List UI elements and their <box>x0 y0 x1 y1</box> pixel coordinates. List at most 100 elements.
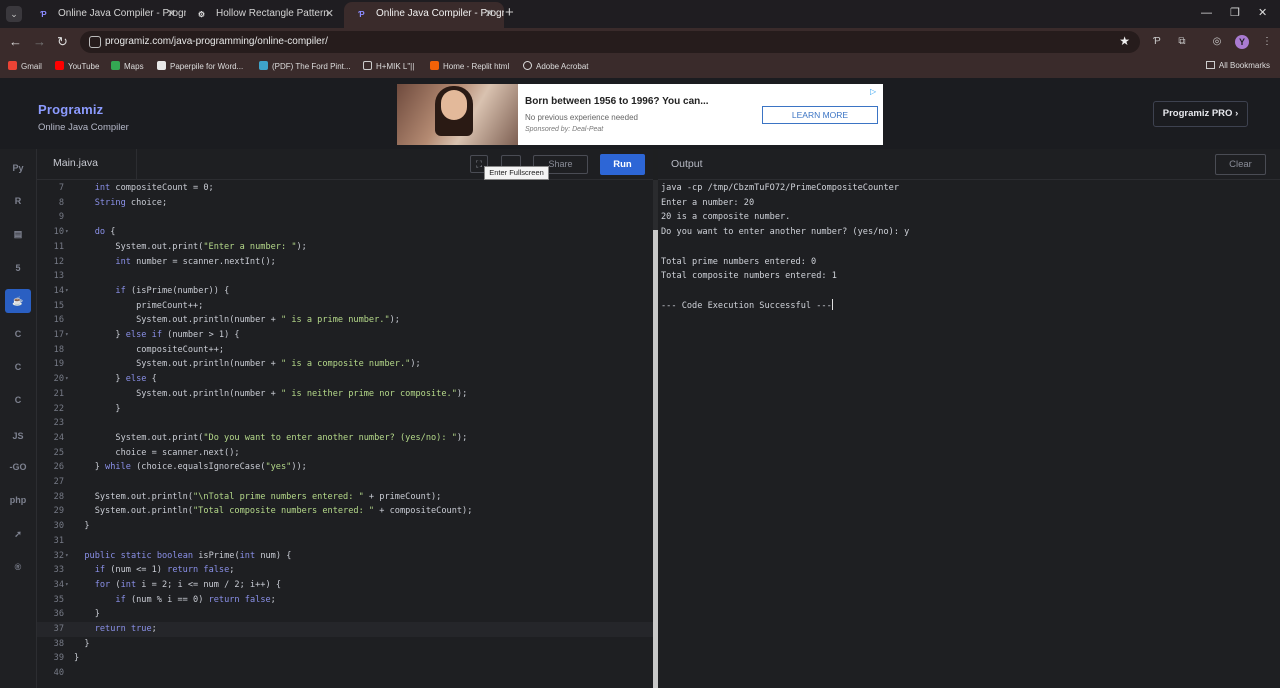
ad-learn-more-button[interactable]: LEARN MORE <box>762 106 878 124</box>
code-line[interactable]: 32 ▾ public static boolean isPrime(int nu… <box>37 549 653 564</box>
site-info-icon[interactable] <box>89 36 101 48</box>
code-line[interactable]: 33 if (num <= 1) return false; <box>37 563 653 578</box>
code-text: } <box>74 653 80 664</box>
code-line[interactable]: 24 System.out.print("Do you want to ente… <box>37 431 653 446</box>
code-line[interactable]: 25 choice = scanner.next(); <box>37 446 653 461</box>
browser-tab-2[interactable]: ⚙ Hollow Rectangle Pattern ✕ <box>184 2 344 28</box>
code-line[interactable]: 40 <box>37 666 653 681</box>
code-line[interactable]: 20 ▾ } else { <box>37 372 653 387</box>
close-tab-icon[interactable]: ✕ <box>485 2 494 26</box>
close-window-icon[interactable]: ✕ <box>1258 6 1267 20</box>
adchoices-icon[interactable]: ▷ <box>870 87 880 97</box>
cpp-icon[interactable]: C <box>5 355 31 379</box>
restore-icon[interactable]: ❐ <box>1230 6 1240 20</box>
code-line[interactable]: 36 } <box>37 607 653 622</box>
rust-icon[interactable]: ® <box>5 555 31 579</box>
sql-icon[interactable]: ▤ <box>5 222 31 246</box>
file-tab-main-java[interactable]: Main.java <box>53 149 137 180</box>
browser-tab-3[interactable]: Ƥ Online Java Compiler - Program ✕ <box>344 2 504 28</box>
c-icon[interactable]: C <box>5 322 31 346</box>
sync-icon[interactable]: ◎ <box>1210 35 1224 49</box>
browser-tab-1[interactable]: Ƥ Online Java Compiler - Program ✕ <box>26 2 186 28</box>
code-line[interactable]: 37 return true; <box>37 622 653 637</box>
output-console[interactable]: java -cp /tmp/CbzmTuFO72/PrimeCompositeC… <box>658 180 1280 688</box>
bookmark-gmail[interactable]: Gmail <box>8 61 42 72</box>
clear-button[interactable]: Clear <box>1215 154 1266 175</box>
code-line[interactable]: 38 } <box>37 637 653 652</box>
all-bookmarks[interactable]: All Bookmarks <box>1205 61 1270 70</box>
close-tab-icon[interactable]: ✕ <box>325 2 334 26</box>
reload-icon[interactable]: ↻ <box>57 34 68 50</box>
html-icon[interactable]: 5 <box>5 256 31 280</box>
code-line[interactable]: 28 System.out.println("\nTotal prime num… <box>37 490 653 505</box>
code-line[interactable]: 35 if (num % i == 0) return false; <box>37 593 653 608</box>
code-line[interactable]: 12 int number = scanner.nextInt(); <box>37 255 653 270</box>
python-icon[interactable]: Py <box>5 156 31 180</box>
menu-icon[interactable]: ⋮ <box>1260 35 1274 49</box>
java-icon[interactable]: ☕ <box>5 289 31 313</box>
code-line[interactable]: 31 <box>37 534 653 549</box>
programiz-logo[interactable]: Programiz <box>38 102 103 117</box>
bookmark-acrobat[interactable]: Adobe Acrobat <box>523 61 588 72</box>
extensions-puzzle-icon[interactable]: ⧉ <box>1175 35 1189 49</box>
code-line[interactable]: 11 System.out.print("Enter a number: "); <box>37 240 653 255</box>
code-line[interactable]: 29 System.out.println("Total composite n… <box>37 504 653 519</box>
code-line[interactable]: 30 } <box>37 519 653 534</box>
line-number: 7 <box>58 183 64 193</box>
bookmark-youtube[interactable]: YouTube <box>55 61 99 72</box>
code-text: System.out.println(number + " is neither… <box>74 388 468 399</box>
bookmark-star-icon[interactable]: ★ <box>1119 34 1130 48</box>
profile-avatar[interactable]: Y <box>1235 35 1249 49</box>
fold-toggle-icon[interactable]: ▾ <box>65 284 69 299</box>
fold-toggle-icon[interactable]: ▾ <box>65 225 69 240</box>
code-line[interactable]: 17 ▾ } else if (number > 1) { <box>37 328 653 343</box>
advertisement-banner[interactable]: Born between 1956 to 1996? You can... No… <box>397 84 883 145</box>
bookmark-maps[interactable]: Maps <box>111 61 144 72</box>
code-line[interactable]: 14 ▾ if (isPrime(number)) { <box>37 284 653 299</box>
go-icon[interactable]: -GO <box>5 455 31 479</box>
address-bar[interactable]: programiz.com/java-programming/online-co… <box>80 31 1140 53</box>
code-line[interactable]: 10 ▾ do { <box>37 225 653 240</box>
url-text[interactable]: programiz.com/java-programming/online-co… <box>105 35 328 49</box>
new-tab-icon[interactable]: + <box>505 5 514 21</box>
bookmark-replit[interactable]: Home - Replit html <box>430 61 509 72</box>
extension-icon[interactable]: Ƥ <box>1150 35 1164 49</box>
forward-icon[interactable]: → <box>33 34 46 50</box>
js-icon[interactable]: JS <box>5 424 31 448</box>
fold-toggle-icon[interactable]: ▾ <box>65 578 69 593</box>
code-line[interactable]: 19 System.out.println(number + " is a co… <box>37 357 653 372</box>
fold-toggle-icon[interactable]: ▾ <box>65 372 69 387</box>
fold-toggle-icon[interactable]: ▾ <box>65 549 69 564</box>
code-line[interactable]: 26 } while (choice.equalsIgnoreCase("yes… <box>37 460 653 475</box>
php-icon[interactable]: php <box>5 488 31 512</box>
code-line[interactable]: 18 compositeCount++; <box>37 343 653 358</box>
bookmark-folder[interactable]: H+MIK L"|| <box>363 61 414 72</box>
minimize-icon[interactable]: — <box>1201 6 1212 20</box>
r-icon[interactable]: R <box>5 189 31 213</box>
code-line[interactable]: 34 ▾ for (int i = 2; i <= num / 2; i++) { <box>37 578 653 593</box>
page-title: Online Java Compiler <box>38 122 129 133</box>
code-line[interactable]: 23 <box>37 416 653 431</box>
code-line[interactable]: 22 } <box>37 402 653 417</box>
fold-toggle-icon[interactable]: ▾ <box>65 328 69 343</box>
code-line[interactable]: 27 <box>37 475 653 490</box>
swift-icon[interactable]: ➚ <box>5 522 31 546</box>
tab-search-icon[interactable]: ⌄ <box>6 6 22 22</box>
programiz-icon: Ƥ <box>358 10 365 19</box>
run-button[interactable]: Run <box>600 154 645 175</box>
code-line[interactable]: 8 String choice; <box>37 196 653 211</box>
code-line[interactable]: 13 <box>37 269 653 284</box>
code-line[interactable]: 16 System.out.println(number + " is a pr… <box>37 313 653 328</box>
code-line[interactable]: 21 System.out.println(number + " is neit… <box>37 387 653 402</box>
csharp-icon[interactable]: C <box>5 388 31 412</box>
code-line[interactable]: 7 int compositeCount = 0; <box>37 181 653 196</box>
code-editor[interactable]: 7 int compositeCount = 0; 8 String choice… <box>37 180 653 688</box>
code-line[interactable]: 9 <box>37 210 653 225</box>
code-line[interactable]: 15 primeCount++; <box>37 299 653 314</box>
programiz-pro-button[interactable]: Programiz PRO › <box>1153 101 1248 127</box>
close-tab-icon[interactable]: ✕ <box>167 2 176 26</box>
bookmark-paperpile[interactable]: Paperpile for Word... <box>157 61 243 72</box>
code-line[interactable]: 39} <box>37 651 653 666</box>
back-icon[interactable]: ← <box>9 34 22 50</box>
bookmark-pdf[interactable]: (PDF) The Ford Pint... <box>259 61 351 72</box>
